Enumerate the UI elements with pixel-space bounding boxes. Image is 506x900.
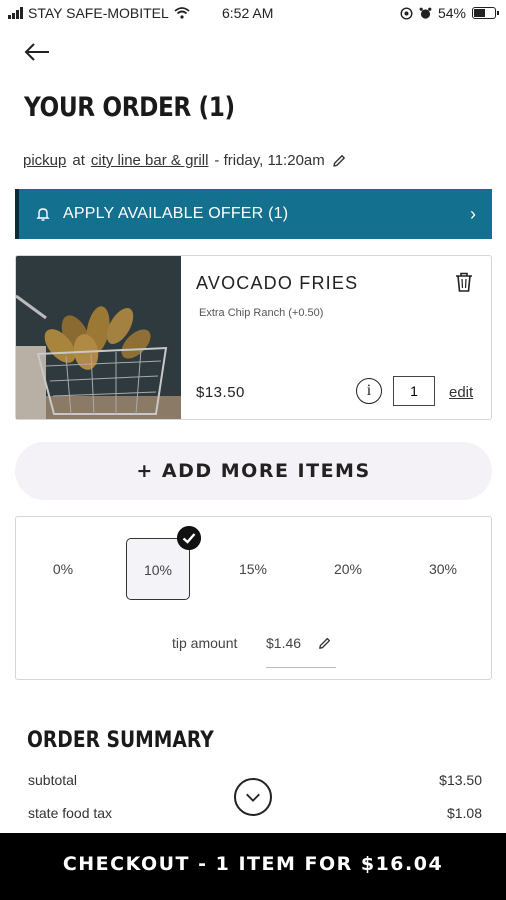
tip-option-30[interactable]: 30% [411, 538, 475, 600]
pickup-location-link[interactable]: city line bar & grill [91, 152, 209, 169]
item-photo [16, 256, 181, 419]
quantity-input[interactable] [393, 376, 435, 406]
battery-icon [472, 7, 499, 19]
tip-amount-label: tip amount [172, 635, 238, 651]
pickup-time: - friday, 11:20am [214, 152, 325, 169]
tip-option-20[interactable]: 20% [316, 538, 380, 600]
tip-amount-underline [266, 667, 336, 668]
item-price: $13.50 [196, 384, 245, 401]
status-bar: STAY SAFE-MOBITEL 6:52 AM 54% [0, 0, 506, 28]
subtotal-label: subtotal [28, 772, 78, 788]
edit-item-link[interactable]: edit [449, 384, 473, 401]
pencil-icon[interactable] [331, 153, 347, 169]
wifi-icon [174, 7, 190, 19]
tip-amount-value: $1.46 [266, 635, 302, 651]
cart-item-card: AVOCADO FRIES Extra Chip Ranch (+0.50) $… [15, 255, 492, 420]
tip-option-0[interactable]: 0% [31, 538, 95, 600]
lock-rotation-icon [400, 6, 413, 20]
tip-option-10[interactable]: 10% [126, 538, 190, 600]
chevron-down-icon[interactable] [234, 778, 272, 816]
tip-option-15[interactable]: 15% [221, 538, 285, 600]
back-arrow-icon[interactable] [22, 40, 52, 64]
subtotal-value: $13.50 [439, 772, 482, 788]
status-right: 54% [400, 5, 499, 21]
chevron-right-icon: › [470, 204, 476, 224]
add-more-items-button[interactable]: + ADD MORE ITEMS [15, 442, 492, 500]
pickup-mode-link[interactable]: pickup [23, 152, 66, 169]
info-icon[interactable]: i [356, 378, 382, 404]
apply-offer-button[interactable]: APPLY AVAILABLE OFFER (1) › [15, 189, 492, 239]
checkout-button[interactable]: CHECKOUT - 1 ITEM FOR $16.04 [0, 833, 506, 900]
tip-selector: 0% 10% 15% 20% 30% tip amount $1.46 [15, 516, 492, 680]
item-modifier: Extra Chip Ranch (+0.50) [199, 307, 324, 319]
bell-icon [36, 208, 50, 221]
pickup-details: pickup at city line bar & grill - friday… [23, 152, 347, 169]
battery-percent: 54% [437, 5, 466, 21]
trash-icon[interactable] [454, 271, 474, 293]
signal-icon [8, 7, 23, 19]
pickup-at-text: at [72, 152, 85, 169]
state-food-tax-value: $1.08 [446, 805, 482, 821]
alarm-icon [419, 7, 432, 19]
status-left: STAY SAFE-MOBITEL [8, 5, 190, 21]
check-icon [177, 526, 201, 550]
apply-offer-label: APPLY AVAILABLE OFFER (1) [63, 205, 289, 222]
carrier-name: STAY SAFE-MOBITEL [28, 5, 169, 21]
state-food-tax-label: state food tax [28, 805, 113, 821]
item-name: AVOCADO FRIES [196, 273, 359, 293]
order-summary-title: ORDER SUMMARY [27, 728, 214, 753]
status-time: 6:52 AM [222, 5, 274, 21]
edit-tip-pencil-icon[interactable] [317, 636, 332, 651]
page-title: YOUR ORDER (1) [24, 92, 235, 123]
